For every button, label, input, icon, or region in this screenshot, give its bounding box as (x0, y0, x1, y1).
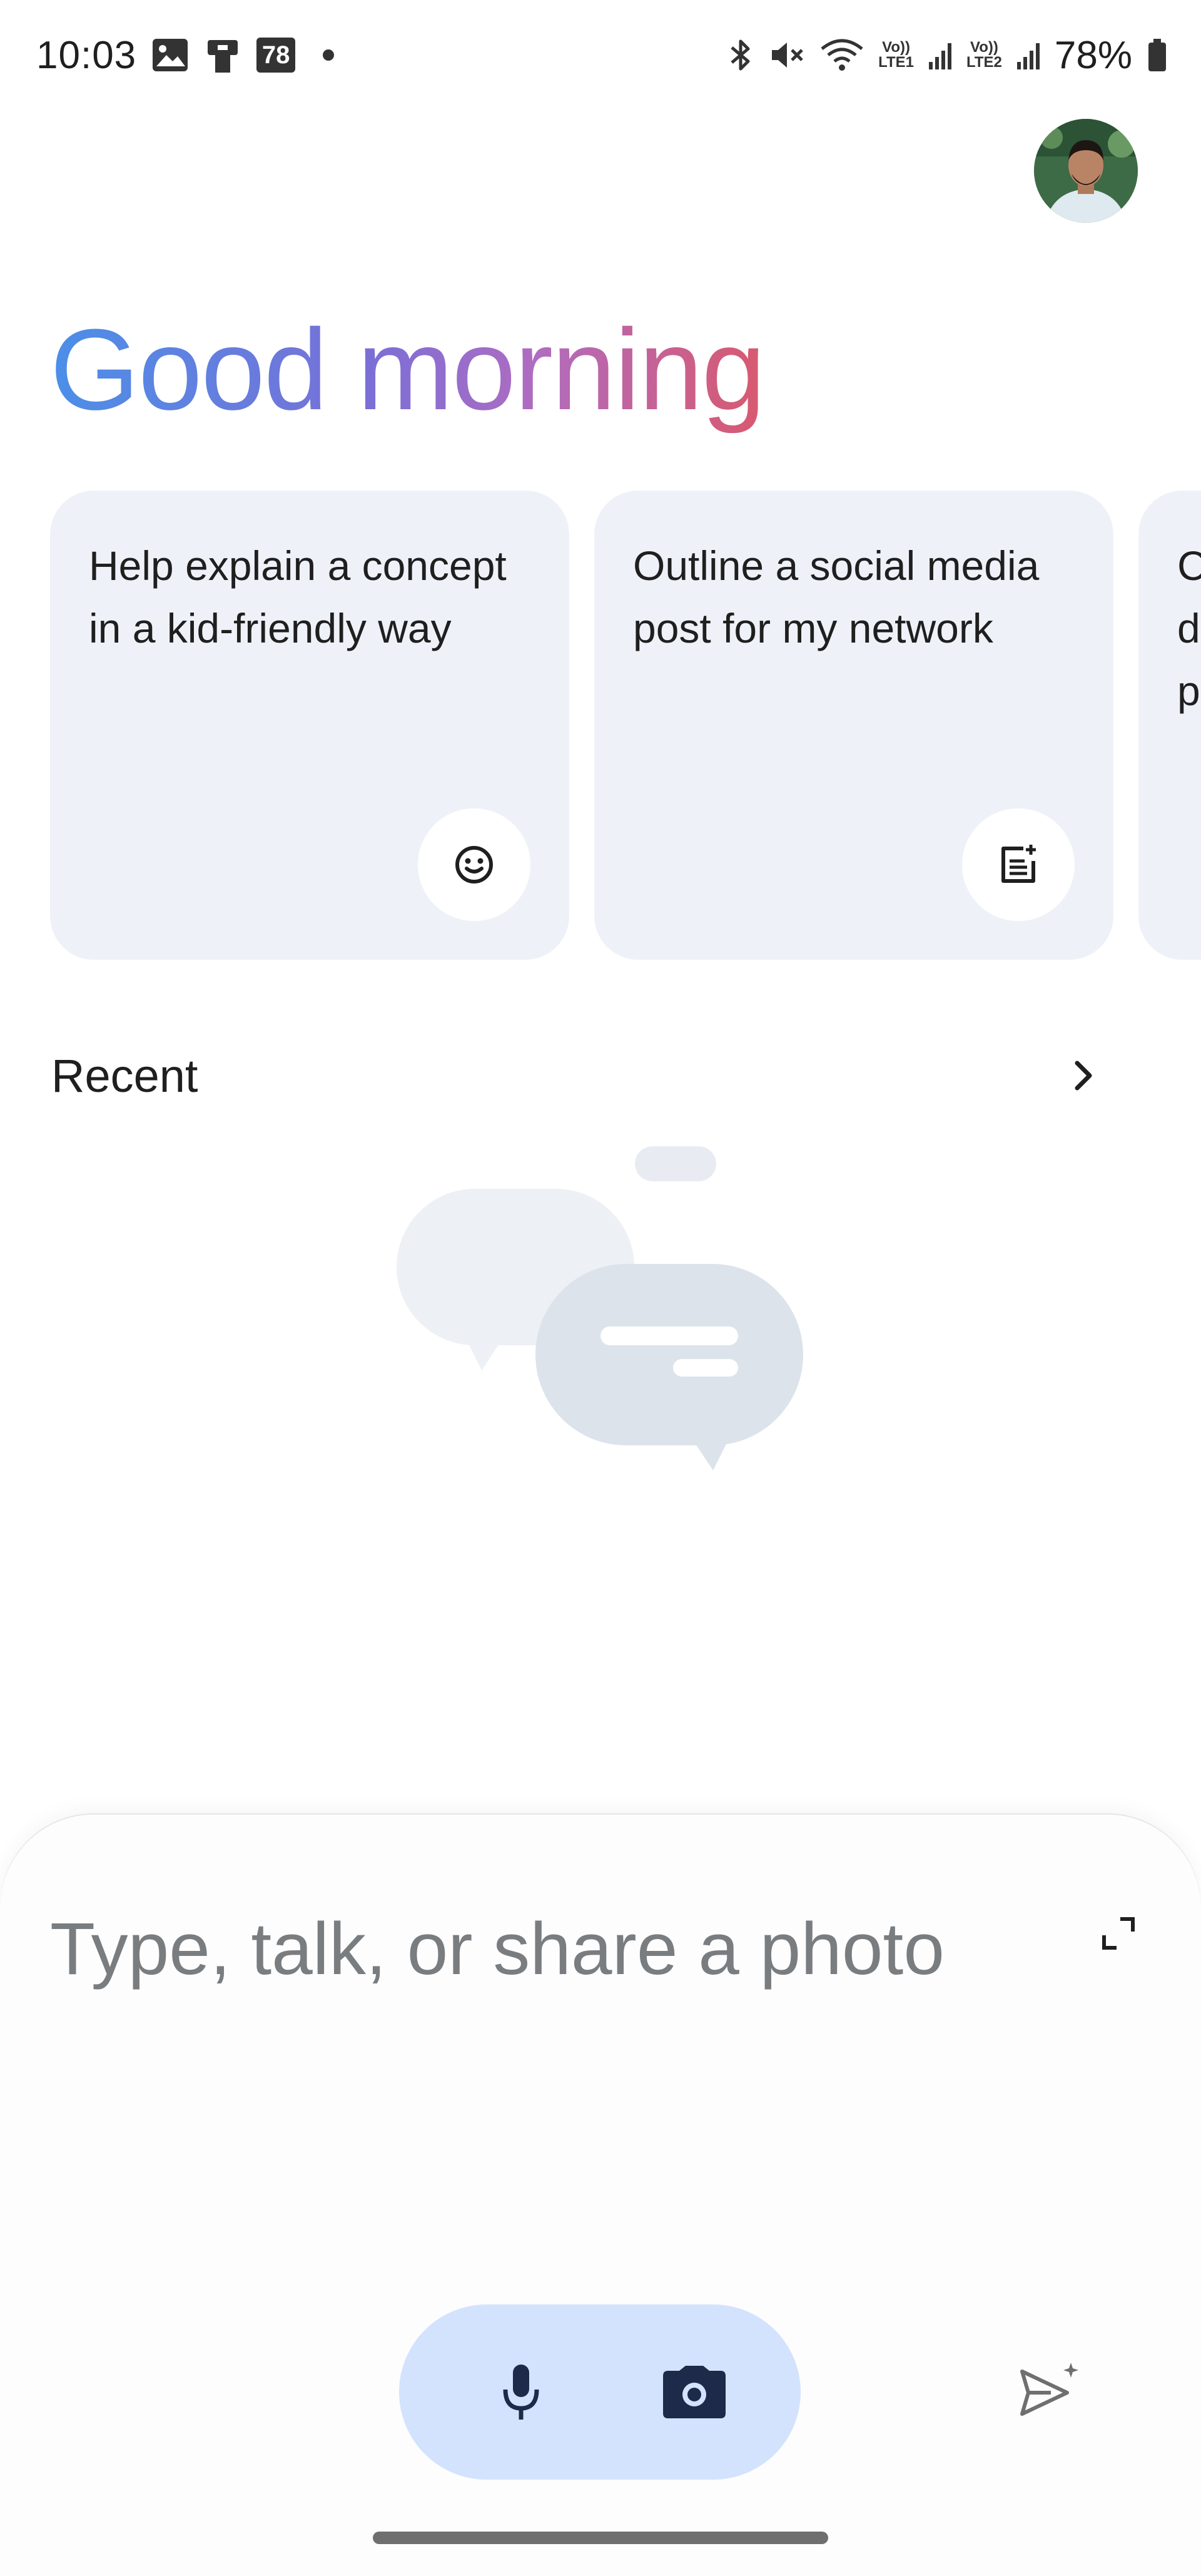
note-add-icon (962, 808, 1075, 921)
signal-1-icon (928, 39, 953, 71)
battery-icon (1146, 36, 1168, 74)
mute-icon (768, 36, 806, 74)
chevron-right-icon[interactable] (1055, 1047, 1111, 1104)
greeting-title: Good morning (50, 300, 766, 438)
status-time: 10:03 (36, 33, 137, 77)
suggestion-card-partial[interactable]: Cdp (1138, 491, 1201, 960)
profile-avatar[interactable] (1034, 119, 1138, 223)
suggestion-carousel[interactable]: Help explain a concept in a kid-friendly… (50, 491, 1201, 960)
smiley-face-icon (418, 808, 530, 921)
media-input-pill (399, 2304, 801, 2480)
expand-icon[interactable] (1087, 1902, 1150, 1965)
suggestion-text: Outline a social media post for my netwo… (633, 542, 1040, 651)
bluetooth-icon (727, 36, 754, 74)
empty-chat-illustration (388, 1145, 813, 1483)
microphone-icon[interactable] (487, 2358, 555, 2426)
status-left: 10:03 78 (36, 26, 335, 84)
lte2-label: Vo)) LTE2 (966, 39, 1002, 71)
send-sparkle-icon[interactable] (1010, 2353, 1085, 2428)
lte1-label: Vo)) LTE1 (878, 39, 914, 71)
home-indicator[interactable] (373, 2532, 828, 2544)
status-right: Vo)) LTE1 Vo)) LTE2 78% (727, 26, 1168, 84)
suggestion-text: Help explain a concept in a kid-friendly… (89, 542, 507, 651)
status-bar: 10:03 78 Vo)) LTE1 Vo)) LTE2 78% (0, 0, 1201, 109)
camera-icon[interactable] (657, 2358, 732, 2426)
recent-section-title: Recent (51, 1050, 198, 1102)
input-panel: Type, talk, or share a photo (0, 1815, 1201, 2576)
notification-count-badge: 78 (256, 38, 296, 73)
prompt-input[interactable]: Type, talk, or share a photo (50, 1899, 988, 1999)
battery-percent: 78% (1054, 33, 1132, 77)
signal-2-icon (1016, 39, 1041, 71)
suggestion-card[interactable]: Outline a social media post for my netwo… (594, 491, 1113, 960)
more-notifications-dot (323, 49, 335, 61)
gallery-icon (151, 38, 189, 73)
device-icon (204, 36, 241, 74)
suggestion-card[interactable]: Help explain a concept in a kid-friendly… (50, 491, 569, 960)
wifi-icon (819, 36, 864, 74)
suggestion-text: Cdp (1177, 542, 1201, 714)
